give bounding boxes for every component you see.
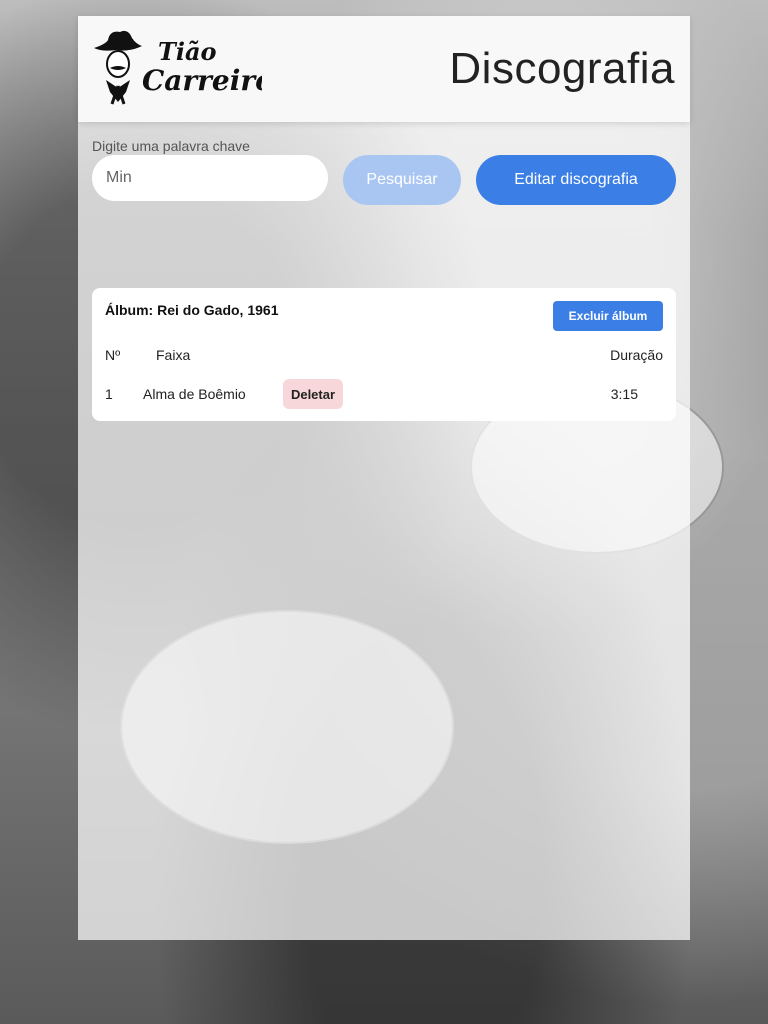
svg-text:Tião: Tião	[158, 37, 217, 66]
search-button[interactable]: Pesquisar	[343, 155, 461, 205]
album-title: Álbum: Rei do Gado, 1961	[105, 302, 279, 318]
track-name: Alma de Boêmio	[143, 386, 246, 402]
search-label: Digite uma palavra chave	[92, 138, 250, 154]
column-header-duration: Duração	[610, 347, 663, 363]
track-number: 1	[105, 386, 113, 402]
cowboy-logo-icon: Tião Carreiro	[94, 30, 274, 105]
svg-text:Carreiro: Carreiro	[142, 64, 262, 97]
search-input[interactable]	[92, 155, 328, 201]
column-header-number: Nº	[105, 347, 121, 363]
edit-discography-button[interactable]: Editar discografia	[476, 155, 676, 205]
logo: Tião Carreiro	[92, 28, 274, 106]
album-card: Álbum: Rei do Gado, 1961 Excluir álbum N…	[92, 288, 676, 421]
delete-track-button[interactable]: Deletar	[283, 379, 343, 409]
track-duration: 3:15	[610, 386, 638, 402]
column-header-track: Faixa	[156, 347, 191, 363]
delete-album-button[interactable]: Excluir álbum	[553, 301, 663, 331]
page-title: Discografia	[449, 44, 675, 93]
